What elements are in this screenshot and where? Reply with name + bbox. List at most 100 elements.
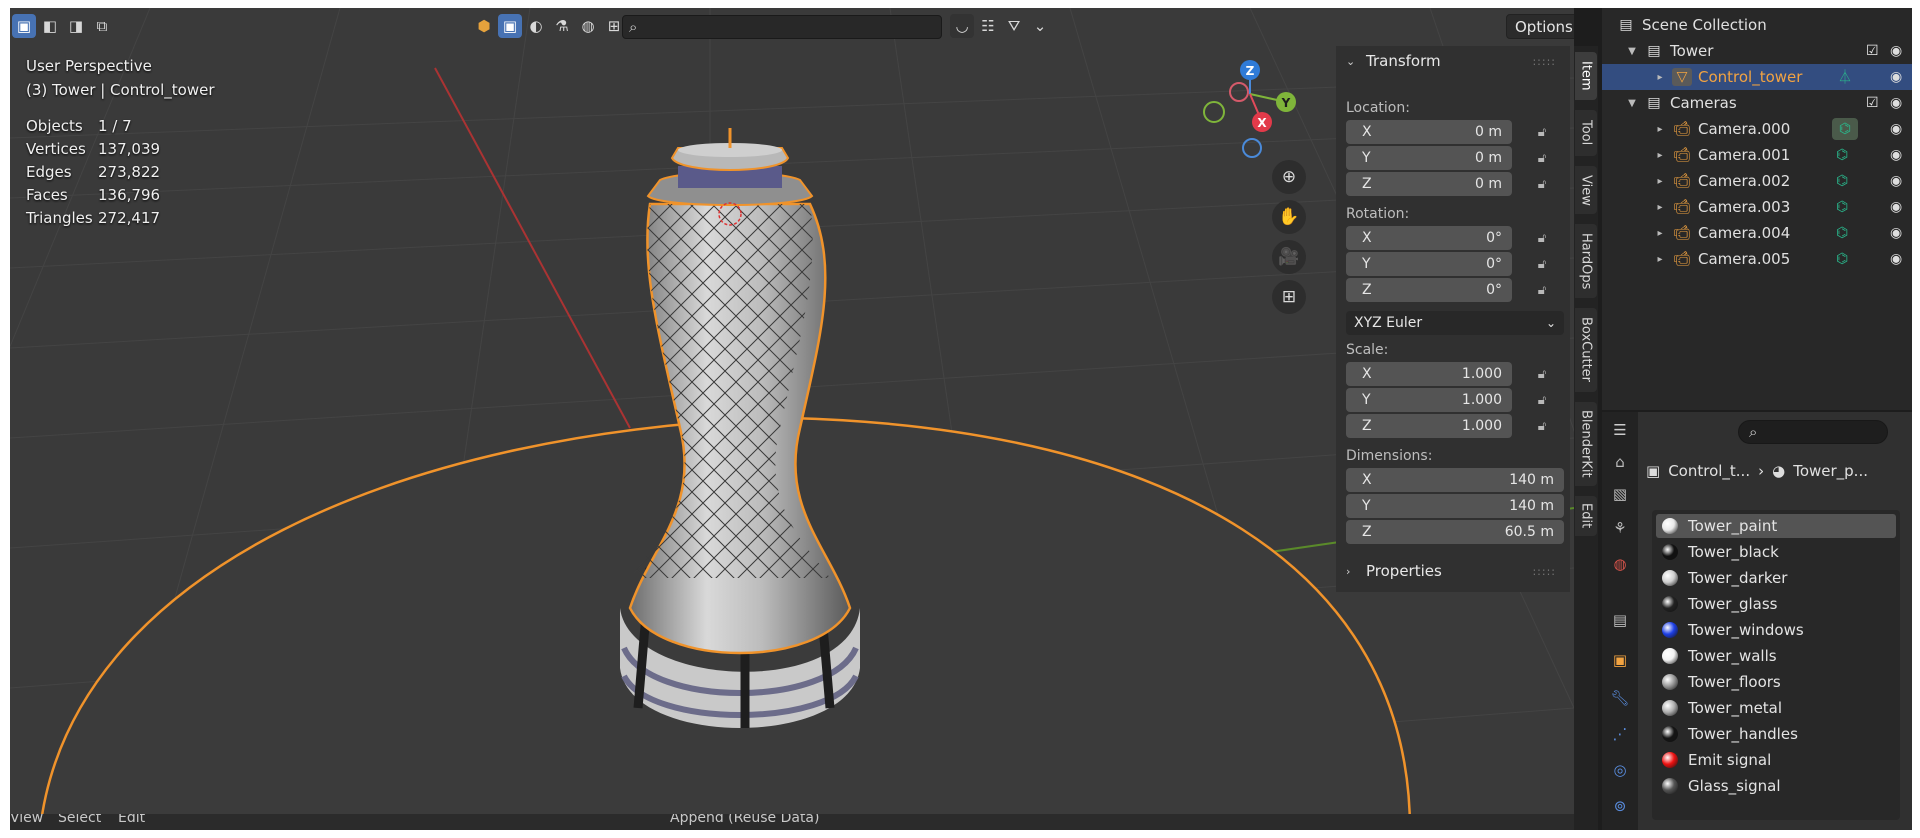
scale-y-field[interactable]: Y 1.000: [1346, 388, 1512, 412]
curve-icon[interactable]: ◡: [950, 14, 974, 38]
eye-icon[interactable]: ◉: [1890, 69, 1902, 85]
select-menu[interactable]: Select: [58, 814, 101, 826]
material-slot[interactable]: Tower_glass: [1656, 592, 1896, 616]
pan-hand-icon[interactable]: ✋: [1272, 200, 1306, 234]
zoom-icon[interactable]: ⊕: [1272, 160, 1306, 194]
properties-search-input[interactable]: ⌕: [1738, 420, 1888, 444]
chevron-right-icon[interactable]: ▸: [1654, 176, 1666, 187]
chevron-right-icon[interactable]: ▸: [1654, 150, 1666, 161]
rotation-y-field[interactable]: Y 0°: [1346, 252, 1512, 276]
scale-z-field[interactable]: Z 1.000: [1346, 414, 1512, 438]
select-subtract-icon[interactable]: ◨: [64, 14, 88, 38]
chevron-down-icon[interactable]: ▼: [1626, 46, 1638, 57]
dimensions-x-field[interactable]: X 140 m: [1346, 468, 1564, 492]
rendered-shading-icon[interactable]: ⚗: [550, 14, 574, 38]
object-type-icon[interactable]: ⬢: [472, 14, 496, 38]
eye-icon[interactable]: ◉: [1890, 95, 1902, 111]
eye-icon[interactable]: ◉: [1890, 173, 1902, 189]
eye-icon[interactable]: ◉: [1890, 199, 1902, 215]
chevron-down-icon[interactable]: ▼: [1626, 98, 1638, 109]
lock-icon[interactable]: 🔓︎: [1532, 122, 1552, 142]
scene-icon[interactable]: ⚘: [1608, 516, 1632, 540]
tab-blenderkit[interactable]: BlenderKit: [1575, 402, 1597, 486]
material-slot[interactable]: Tower_darker: [1656, 566, 1896, 590]
camera-row[interactable]: ▸ 📹︎ Camera.003 ⌬ ◉: [1602, 194, 1912, 220]
material-slot[interactable]: Tower_handles: [1656, 722, 1896, 746]
chevron-right-icon[interactable]: ▸: [1654, 202, 1666, 213]
modifier-wrench-icon[interactable]: 🔧︎: [1608, 686, 1632, 710]
material-shading-icon[interactable]: ◐: [524, 14, 548, 38]
eye-icon[interactable]: ◉: [1890, 147, 1902, 163]
chevron-right-icon[interactable]: ▸: [1654, 228, 1666, 239]
chevron-right-icon[interactable]: ▸: [1654, 124, 1666, 135]
world-shading-icon[interactable]: ◍: [576, 14, 600, 38]
scale-x-field[interactable]: X 1.000: [1346, 362, 1512, 386]
material-slot[interactable]: Tower_floors: [1656, 670, 1896, 694]
location-x-field[interactable]: X 0 m: [1346, 120, 1512, 144]
eye-icon[interactable]: ◉: [1890, 225, 1902, 241]
camera-data-icon[interactable]: ⌬: [1836, 147, 1848, 163]
tab-view[interactable]: View: [1575, 166, 1597, 214]
properties-panel-header[interactable]: › Properties :::::: [1336, 556, 1570, 586]
camera-row[interactable]: ▸ 📹︎ Camera.000 ⌬ ◉: [1602, 116, 1912, 142]
mesh-data-icon[interactable]: ⏃: [1838, 67, 1852, 87]
camera-row[interactable]: ▸ 📹︎ Camera.002 ⌬ ◉: [1602, 168, 1912, 194]
select-extend-icon[interactable]: ◧: [38, 14, 62, 38]
material-slot[interactable]: Tower_windows: [1656, 618, 1896, 642]
filter-icon[interactable]: ⛛: [1002, 14, 1026, 38]
solid-shading-icon[interactable]: ▣: [498, 14, 522, 38]
collection-icon[interactable]: ▤: [1608, 608, 1632, 632]
checkbox-icon[interactable]: ☑: [1866, 43, 1879, 59]
select-invert-icon[interactable]: ⧉: [90, 14, 114, 38]
camera-data-icon[interactable]: ⌬: [1832, 118, 1858, 140]
rotation-mode-select[interactable]: XYZ Euler ⌄: [1346, 311, 1564, 335]
rotation-x-field[interactable]: X 0°: [1346, 226, 1512, 250]
material-slot-list[interactable]: Tower_paint Tower_black Tower_darker Tower_…: [1652, 510, 1900, 820]
camera-row[interactable]: ▸ 📹︎ Camera.005 ⌬ ◉: [1602, 246, 1912, 272]
render-icon[interactable]: ▧: [1608, 482, 1632, 506]
lock-icon[interactable]: 🔓︎: [1532, 254, 1552, 274]
tab-tool[interactable]: Tool: [1575, 110, 1597, 156]
outliner[interactable]: ▤ Scene Collection ▼ ▤ Tower ☑ ◉ ▸ ▽ Con…: [1602, 8, 1912, 410]
location-y-field[interactable]: Y 0 m: [1346, 146, 1512, 170]
material-slot[interactable]: Emit signal: [1656, 748, 1896, 772]
dimensions-z-field[interactable]: Z 60.5 m: [1346, 520, 1564, 544]
control-tower-row[interactable]: ▸ ▽ Control_tower ⏃ ◉: [1602, 64, 1912, 90]
3d-viewport[interactable]: Z Y X ▣ ◧ ◨ ⧉ ⬢ ▣ ◐ ⚗ ◍ ⊞ ⌕ ◡ ☷ ⛛ ⌄ Opti…: [10, 8, 1574, 830]
hierarchy-icon[interactable]: ☷: [976, 14, 1000, 38]
camera-view-icon[interactable]: 🎥: [1272, 240, 1306, 274]
options-dropdown[interactable]: Options ⌄: [1506, 14, 1574, 39]
eye-icon[interactable]: ◉: [1890, 251, 1902, 267]
world-icon[interactable]: ◍: [1608, 552, 1632, 576]
physics-icon[interactable]: ◎: [1608, 758, 1632, 782]
material-slot[interactable]: Glass_signal: [1656, 774, 1896, 798]
material-slot[interactable]: Tower_walls: [1656, 644, 1896, 668]
location-z-field[interactable]: Z 0 m: [1346, 172, 1512, 196]
material-slot[interactable]: Tower_paint: [1656, 514, 1896, 538]
viewport-search-input[interactable]: ⌕: [622, 15, 942, 39]
lock-icon[interactable]: 🔓︎: [1532, 416, 1552, 436]
perspective-toggle-icon[interactable]: ⊞: [1272, 280, 1306, 314]
lock-icon[interactable]: 🔓︎: [1532, 364, 1552, 384]
particles-icon[interactable]: ⋰: [1608, 722, 1632, 746]
lock-icon[interactable]: 🔓︎: [1532, 390, 1552, 410]
chevron-down-icon[interactable]: ⌄: [1028, 14, 1052, 38]
camera-row[interactable]: ▸ 📹︎ Camera.004 ⌬ ◉: [1602, 220, 1912, 246]
transform-panel-header[interactable]: ⌄ Transform :::::: [1336, 46, 1570, 76]
tower-collection-row[interactable]: ▼ ▤ Tower ☑ ◉: [1602, 38, 1912, 64]
lock-icon[interactable]: 🔓︎: [1532, 148, 1552, 168]
scene-collection-row[interactable]: ▤ Scene Collection: [1602, 12, 1912, 38]
camera-data-icon[interactable]: ⌬: [1836, 199, 1848, 215]
tab-boxcutter[interactable]: BoxCutter: [1575, 308, 1597, 392]
eye-icon[interactable]: ◉: [1890, 121, 1902, 137]
material-slot[interactable]: Tower_metal: [1656, 696, 1896, 720]
editor-type-icon[interactable]: ☰: [1608, 418, 1632, 442]
drag-handle-icon[interactable]: :::::: [1532, 565, 1556, 578]
lock-icon[interactable]: 🔓︎: [1532, 174, 1552, 194]
camera-data-icon[interactable]: ⌬: [1836, 225, 1848, 241]
constraints-icon[interactable]: ⊚: [1608, 794, 1632, 818]
append-dropdown[interactable]: Append (Reuse Data): [670, 814, 819, 826]
view-menu[interactable]: View: [10, 814, 43, 826]
edit-menu[interactable]: Edit: [118, 814, 145, 826]
cameras-collection-row[interactable]: ▼ ▤ Cameras ☑ ◉: [1602, 90, 1912, 116]
